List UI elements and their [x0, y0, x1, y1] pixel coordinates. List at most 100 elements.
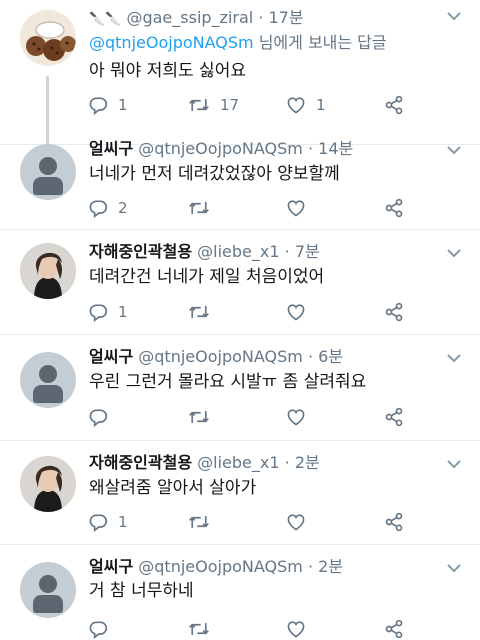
tweet-actions: 2: [88, 197, 408, 219]
tweet[interactable]: 자해중인곽철용 @liebe_x1 · 2분 왜살려줌 알아서 살아가 1: [0, 440, 480, 545]
reply-to-link[interactable]: @qtnjeOojpoNAQSm: [89, 33, 254, 52]
separator-dot: ·: [307, 557, 314, 576]
separator-dot: ·: [284, 453, 290, 472]
tweet-actions: 1 17 1: [88, 94, 408, 116]
reply-count: 1: [118, 303, 128, 321]
avatar[interactable]: [20, 562, 76, 618]
retweet-button[interactable]: [188, 511, 220, 533]
heart-icon: [287, 514, 305, 531]
tweet-header: 🔪🔪 @gae_ssip_ziral · 17분: [89, 7, 450, 31]
display-name[interactable]: 얼씨구: [89, 139, 133, 158]
tweet-header: 얼씨구 @qtnjeOojpoNAQSm · 2분: [89, 556, 450, 578]
user-handle[interactable]: @qtnjeOojpoNAQSm: [138, 347, 303, 366]
avatar[interactable]: [20, 243, 76, 299]
retweet-button[interactable]: [188, 406, 220, 428]
like-button[interactable]: [286, 406, 316, 428]
display-name[interactable]: 얼씨구: [89, 557, 133, 576]
tweet[interactable]: 🔪🔪 @gae_ssip_ziral · 17분 @qtnjeOojpoNAQS…: [0, 0, 480, 145]
share-button[interactable]: [384, 618, 404, 640]
like-button[interactable]: [286, 618, 316, 640]
tweet[interactable]: 자해중인곽철용 @liebe_x1 · 7분 데려간건 너네가 제일 처음이었어…: [0, 229, 480, 335]
retweet-icon: [189, 99, 209, 111]
like-button[interactable]: [286, 301, 316, 323]
share-button[interactable]: [384, 511, 404, 533]
reply-button[interactable]: 1: [88, 511, 128, 533]
tweet-text: 거 참 너무하네: [89, 581, 194, 601]
default-avatar-body: [33, 385, 63, 403]
timestamp[interactable]: 14분: [318, 139, 353, 158]
share-icon: [385, 198, 403, 218]
user-handle[interactable]: @liebe_x1: [197, 453, 279, 472]
retweet-button[interactable]: [188, 197, 220, 219]
reply-icon: [89, 200, 108, 218]
reply-button[interactable]: 1: [88, 94, 128, 116]
chevron-down-icon[interactable]: [446, 458, 462, 470]
reply-icon: [89, 97, 108, 115]
reply-icon: [89, 621, 108, 639]
timestamp[interactable]: 6분: [318, 347, 343, 366]
tweet-actions: [88, 618, 408, 640]
tweet[interactable]: 얼씨구 @qtnjeOojpoNAQSm · 6분 우린 그런거 몰라요 시발ㅠ…: [0, 334, 480, 441]
avatar[interactable]: [20, 456, 76, 512]
timestamp[interactable]: 2분: [295, 453, 320, 472]
default-avatar-head: [39, 365, 57, 383]
retweet-button[interactable]: [188, 618, 220, 640]
tweet-text: 데려간건 너네가 제일 처음이었어: [89, 267, 325, 287]
display-name[interactable]: 자해중인곽철용: [89, 242, 192, 261]
separator-dot: ·: [307, 347, 314, 366]
chevron-down-icon[interactable]: [446, 562, 462, 574]
reply-button[interactable]: [88, 406, 118, 428]
like-button[interactable]: 1: [286, 94, 326, 116]
tweet-actions: 1: [88, 301, 408, 323]
reply-button[interactable]: [88, 618, 118, 640]
tweet-text: 아 뭐야 저희도 싫어요: [89, 61, 246, 81]
tweet[interactable]: 얼씨구 @qtnjeOojpoNAQSm · 2분 거 참 너무하네: [0, 544, 480, 640]
reply-count: 1: [118, 513, 128, 531]
avatar[interactable]: [20, 10, 76, 66]
chevron-down-icon[interactable]: [446, 352, 462, 364]
display-name[interactable]: 자해중인곽철용: [89, 453, 192, 472]
user-handle[interactable]: @qtnjeOojpoNAQSm: [138, 139, 303, 158]
retweet-icon: [189, 306, 209, 318]
reply-icon: [89, 304, 108, 322]
retweet-icon: [189, 516, 209, 528]
share-icon: [385, 619, 403, 639]
tweet-header: 얼씨구 @qtnjeOojpoNAQSm · 14분: [89, 138, 450, 160]
like-button[interactable]: [286, 511, 316, 533]
user-handle[interactable]: @gae_ssip_ziral: [126, 8, 253, 27]
tweet-text: 우린 그런거 몰라요 시발ㅠ 좀 살려줘요: [89, 372, 367, 392]
timestamp[interactable]: 2분: [318, 557, 343, 576]
share-icon: [385, 407, 403, 427]
reply-button[interactable]: 2: [88, 197, 128, 219]
timestamp[interactable]: 7분: [295, 242, 320, 261]
default-avatar-body: [33, 595, 63, 613]
chevron-down-icon[interactable]: [446, 247, 462, 259]
heart-icon: [287, 304, 305, 321]
reply-button[interactable]: 1: [88, 301, 128, 323]
retweet-button[interactable]: 17: [188, 94, 239, 116]
timestamp[interactable]: 17분: [269, 8, 304, 27]
heart-icon: [287, 621, 305, 638]
user-handle[interactable]: @liebe_x1: [197, 242, 279, 261]
tweet[interactable]: 얼씨구 @qtnjeOojpoNAQSm · 14분 너네가 먼저 데려갔었잖아…: [0, 130, 480, 230]
user-handle[interactable]: @qtnjeOojpoNAQSm: [138, 557, 303, 576]
display-name[interactable]: 🔪🔪: [89, 12, 121, 27]
chevron-down-icon[interactable]: [446, 144, 462, 156]
tweet-text: 너네가 먼저 데려갔었잖아 양보할께: [89, 164, 340, 184]
tweet-actions: [88, 406, 408, 428]
share-button[interactable]: [384, 94, 404, 116]
avatar-image: [20, 456, 76, 512]
share-button[interactable]: [384, 406, 404, 428]
display-name[interactable]: 얼씨구: [89, 347, 133, 366]
avatar[interactable]: [20, 352, 76, 408]
like-button[interactable]: [286, 197, 316, 219]
share-button[interactable]: [384, 197, 404, 219]
heart-icon: [287, 200, 305, 217]
retweet-button[interactable]: [188, 301, 220, 323]
separator-dot: ·: [307, 139, 314, 158]
share-button[interactable]: [384, 301, 404, 323]
reply-count: 1: [118, 96, 128, 114]
avatar[interactable]: [20, 144, 76, 200]
tweet-text: 왜살려줌 알아서 살아가: [89, 478, 257, 498]
chevron-down-icon[interactable]: [446, 10, 462, 22]
